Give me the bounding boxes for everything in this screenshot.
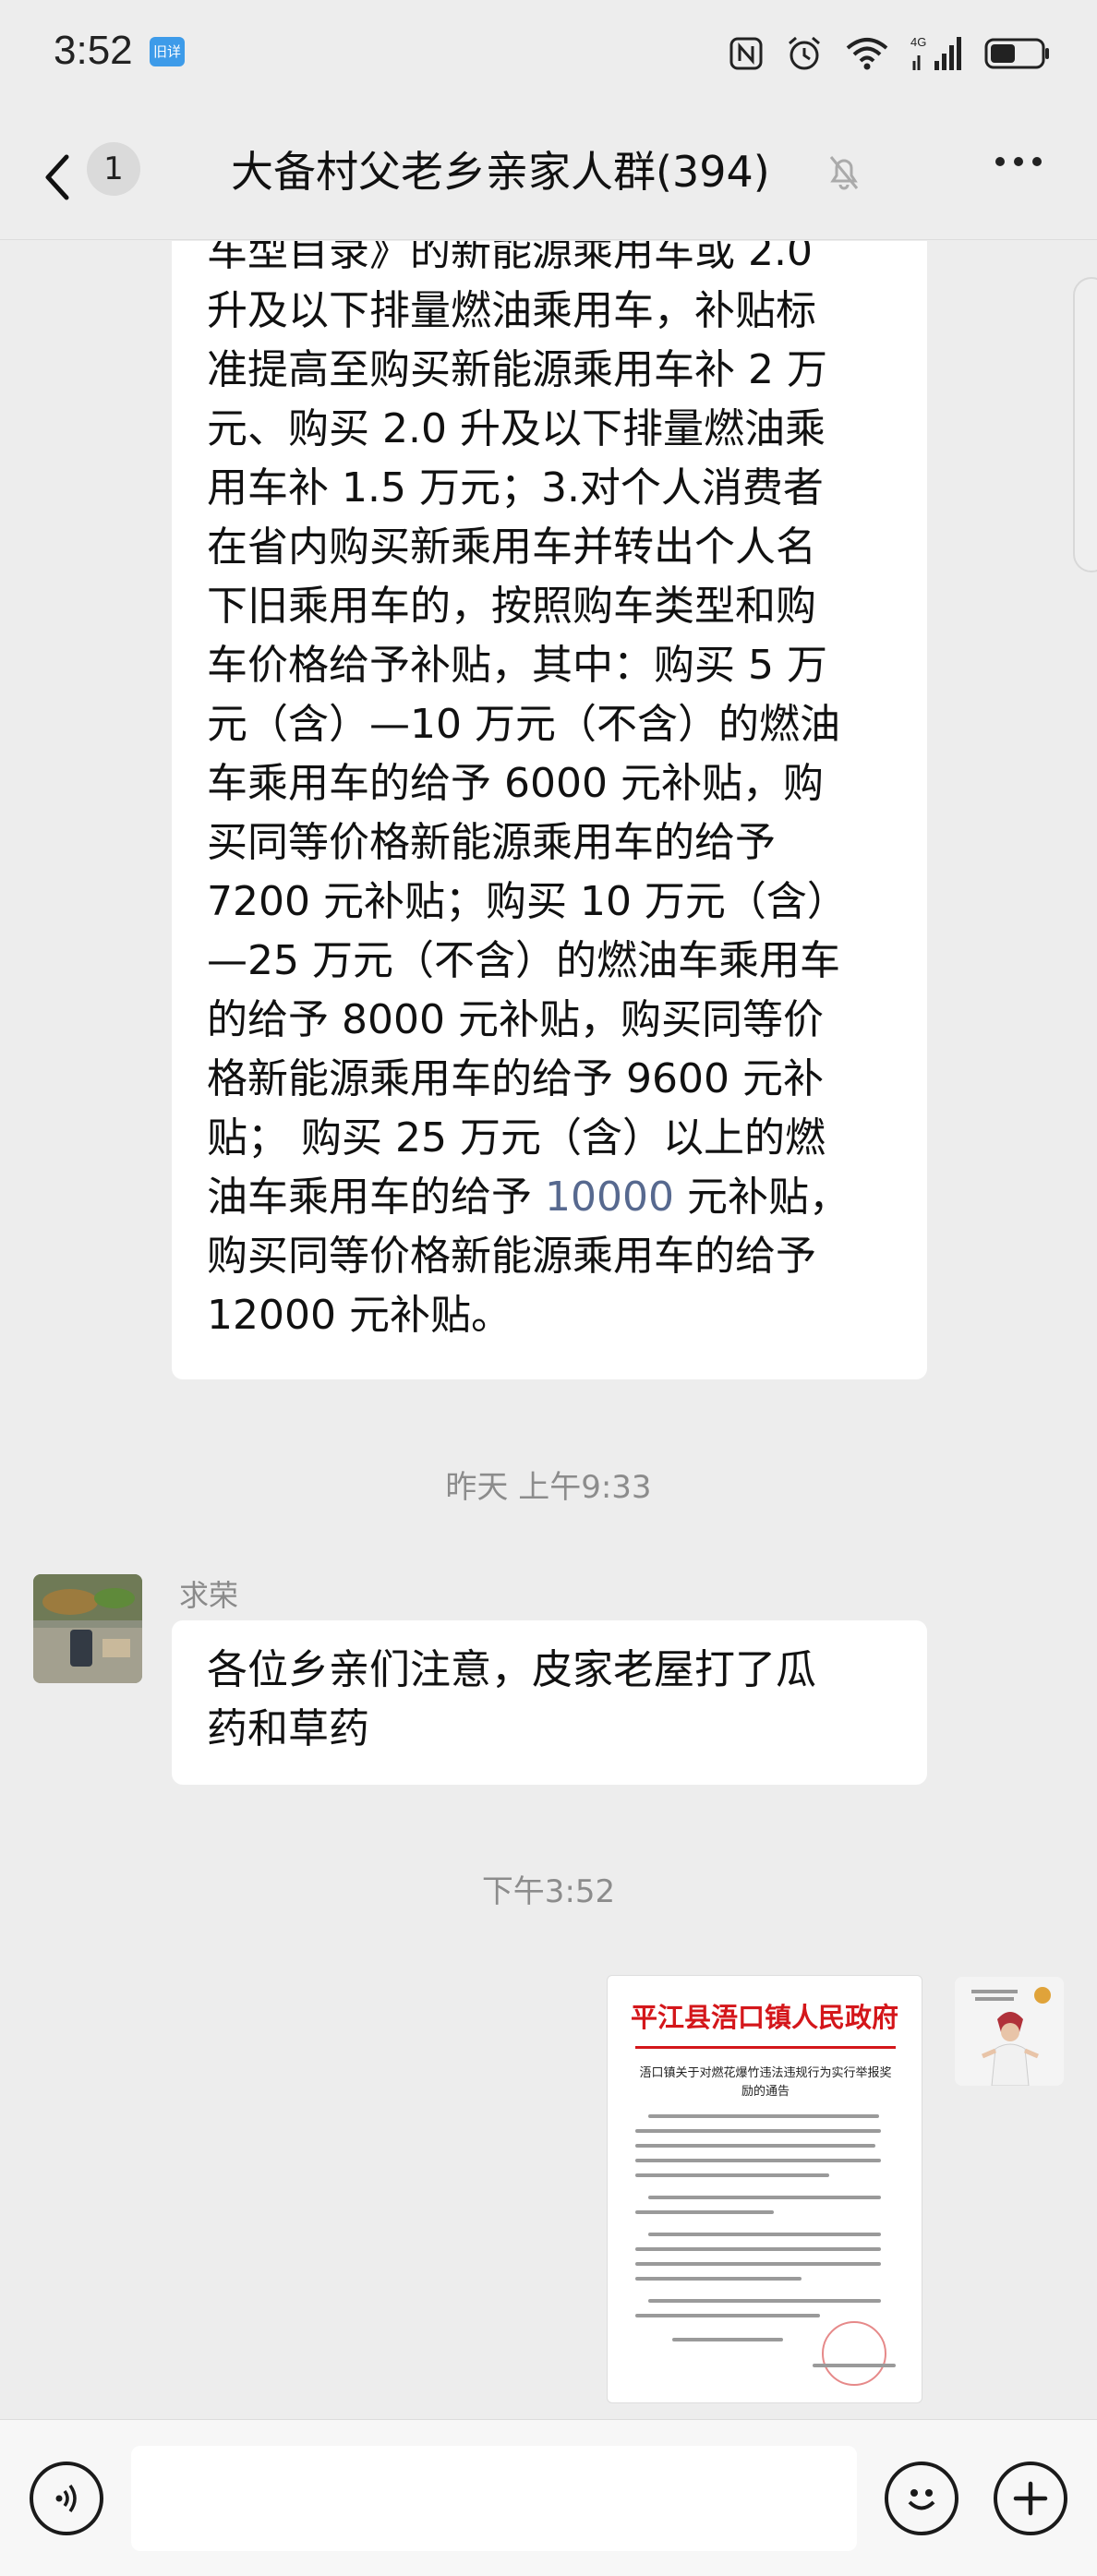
message-text-line: 格新能源乘用车的给予 9600 元补: [207, 1055, 824, 1102]
document-text-line: [635, 2129, 881, 2133]
alarm-icon: [789, 36, 820, 70]
message-text-line: 准提高至购买新能源乘用车补 2 万: [207, 346, 827, 393]
avatar-sender[interactable]: [33, 1574, 142, 1683]
message-text-lines: 车型目录》的新能源乘用车或 2.0 升及以下排量燃油乘用车，补贴标 准提高至购买新能…: [207, 241, 894, 1168]
status-time: 3:52: [54, 28, 133, 73]
document-seal: [822, 2321, 886, 2386]
wifi-icon: [846, 38, 888, 70]
more-dot-icon: [995, 157, 1005, 166]
chevron-left-icon: [45, 154, 69, 200]
message-text-line: 车乘用车的给予 6000 元补贴，购: [207, 760, 824, 807]
document-text-line: [648, 2114, 879, 2118]
document-text-line: [635, 2247, 881, 2251]
document-text-line: [648, 2299, 881, 2303]
message-text-line: 元、购买 2.0 升及以下排量燃油乘: [207, 405, 826, 452]
chat-title[interactable]: 大备村父老乡亲家人群(394): [231, 142, 770, 201]
document-text-line: [635, 2144, 875, 2148]
document-title: 平江县浯口镇人民政府: [630, 2002, 898, 2033]
message-text-segment: 油车乘用车的给予: [207, 1174, 545, 1221]
message-text-line: 用车补 1.5 万元；3.对个人消费者: [207, 464, 824, 512]
document-text-line: [635, 2277, 802, 2281]
message-text-line: 车型目录》的新能源乘用车或 2.0: [207, 241, 813, 275]
message-text-line: 各位乡亲们注意，皮家老屋打了瓜: [207, 1646, 816, 1693]
document-red-rule: [635, 2046, 896, 2049]
status-bar: 3:52 旧详 4G: [0, 0, 1097, 111]
input-bar: [0, 2419, 1097, 2576]
document-text-line: [635, 2159, 881, 2162]
message-text-line: 12000 元补贴。: [207, 1292, 512, 1339]
add-attachment-button[interactable]: [994, 2462, 1067, 2535]
document-text-line: [635, 2314, 820, 2317]
message-text-line: 元（含）—10 万元（不含）的燃油: [207, 701, 840, 748]
status-icons: 4G: [728, 28, 1051, 79]
image-message-document[interactable]: 平江县浯口镇人民政府 浯口镇关于对燃花爆竹违法违规行为实行举报奖励的通告: [607, 1975, 922, 2403]
message-text-line: 购买同等价格新能源乘用车的给予: [207, 1233, 816, 1280]
document-text-line: [635, 2262, 881, 2266]
message-bubble-notice[interactable]: 各位乡亲们注意，皮家老屋打了瓜 药和草药: [172, 1620, 927, 1785]
side-scroll-handle[interactable]: [1073, 277, 1097, 572]
chat-message-list[interactable]: 车型目录》的新能源乘用车或 2.0 升及以下排量燃油乘用车，补贴标 准提高至购买新能…: [0, 241, 1097, 2418]
back-button[interactable]: [37, 148, 92, 207]
time-separator: 下午3:52: [481, 1873, 616, 1910]
emoji-icon: [908, 2489, 935, 2510]
document-text-line: [635, 2210, 774, 2214]
message-text-line: 车价格给予补贴，其中：购买 5 万: [207, 642, 827, 689]
message-text-line: 贴； 购买 25 万元（含）以上的燃: [207, 1114, 826, 1162]
message-text-line: 油车乘用车的给予 10000 元补贴，: [207, 1168, 894, 1227]
message-bubble-policy-text[interactable]: 车型目录》的新能源乘用车或 2.0 升及以下排量燃油乘用车，补贴标 准提高至购买新能…: [172, 241, 927, 1379]
message-input[interactable]: [131, 2446, 857, 2551]
avatar-image: [955, 1977, 1064, 2086]
signal-icon: 4G: [910, 35, 961, 70]
mute-bell-icon: [824, 151, 864, 196]
unread-count-badge[interactable]: 1: [87, 142, 140, 196]
avatar-image: [33, 1574, 142, 1683]
phone-number-link[interactable]: 10000: [545, 1174, 674, 1221]
message-text-line: 下旧乘用车的，按照购车类型和购: [207, 583, 816, 630]
document-text-line: [648, 2233, 881, 2236]
battery-icon: [984, 38, 1049, 69]
message-text-line: 买同等价格新能源乘用车的给予: [207, 819, 776, 866]
document-subtitle: 浯口镇关于对燃花爆竹违法违规行为实行举报奖励的通告: [639, 2066, 892, 2099]
status-app-badge: 旧详: [150, 37, 185, 66]
more-dot-icon: [1032, 157, 1042, 166]
voice-input-button[interactable]: [30, 2462, 103, 2535]
nfc-icon: [729, 37, 763, 70]
document-text-line: [672, 2338, 783, 2341]
message-text-line: —25 万元（不含）的燃油车乘用车: [207, 937, 840, 984]
message-text-line: 升及以下排量燃油乘用车，补贴标: [207, 287, 816, 334]
message-text-line: 在省内购买新乘用车并转出个人名: [207, 524, 816, 571]
document-text-line: [635, 2173, 829, 2177]
more-dot-icon: [1014, 157, 1023, 166]
document-text-line: [813, 2364, 896, 2367]
message-text-line: 7200 元补贴；购买 10 万元（含）: [207, 878, 848, 925]
avatar-self[interactable]: [955, 1977, 1064, 2086]
document-text-line: [648, 2196, 881, 2199]
time-separator: 昨天 上午9:33: [445, 1469, 652, 1506]
message-text-line: 的给予 8000 元补贴，购买同等价: [207, 996, 824, 1043]
message-text-line: 药和草药: [207, 1705, 369, 1752]
voice-icon: [55, 2484, 77, 2513]
more-options-button[interactable]: [995, 157, 1042, 166]
message-text-segment: 元补贴，: [673, 1174, 850, 1221]
sender-name: 求荣: [179, 1578, 239, 1613]
network-type-label: 4G: [910, 35, 926, 49]
plus-icon: [1013, 2481, 1048, 2516]
emoji-button[interactable]: [885, 2462, 958, 2535]
